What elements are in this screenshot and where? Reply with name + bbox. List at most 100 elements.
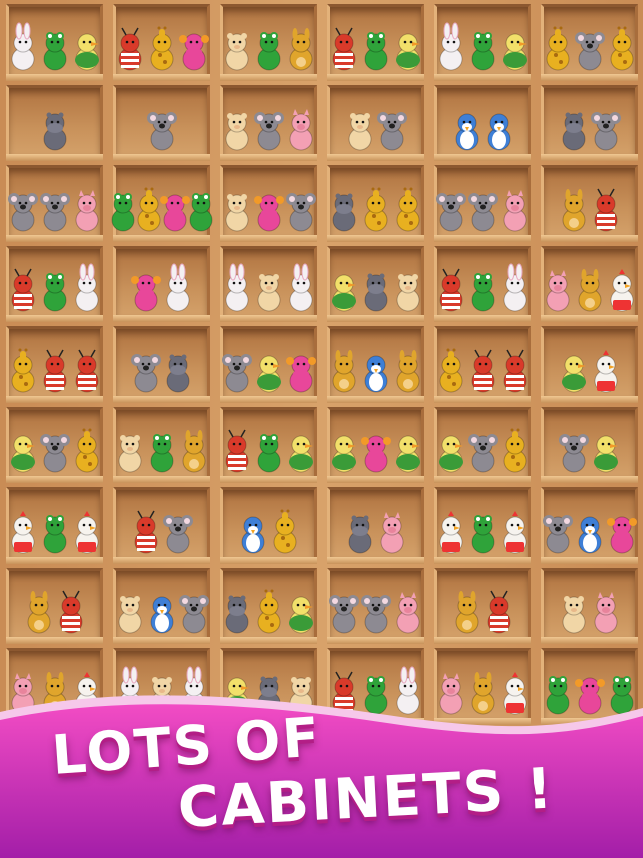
pig-toy[interactable] (393, 590, 423, 634)
ant-toy[interactable] (56, 590, 86, 634)
penguin-toy[interactable] (361, 349, 391, 393)
kangaroo-toy[interactable] (329, 349, 359, 393)
cabinet-cell[interactable] (541, 4, 638, 80)
ant-toy[interactable] (500, 349, 530, 393)
cabinet-cell[interactable] (6, 84, 103, 161)
ant-toy[interactable] (591, 188, 621, 232)
pig-toy[interactable] (377, 510, 407, 554)
hippo-toy[interactable] (345, 510, 375, 554)
cabinet-cell[interactable] (6, 165, 103, 241)
cabinet-cell[interactable] (541, 567, 638, 644)
frog-toy[interactable] (254, 27, 284, 71)
koala-toy[interactable] (130, 349, 161, 393)
cabinet-cell[interactable] (6, 4, 103, 80)
ant-toy[interactable] (468, 349, 498, 393)
koala-toy[interactable] (558, 429, 589, 473)
cabinet-cell[interactable] (541, 487, 638, 563)
hamster-toy[interactable] (222, 107, 252, 151)
kangaroo-toy[interactable] (559, 188, 589, 232)
cabinet-cell[interactable] (434, 165, 531, 241)
cabinet-cell[interactable] (434, 567, 531, 644)
ant-toy[interactable] (484, 590, 514, 634)
koala-toy[interactable] (221, 349, 252, 393)
giraffe-toy[interactable] (500, 428, 530, 473)
cabinet-cell[interactable] (113, 4, 210, 80)
hippo-toy[interactable] (361, 268, 391, 312)
frog-toy[interactable] (468, 27, 498, 71)
koala-toy[interactable] (285, 188, 316, 232)
koala-toy[interactable] (328, 590, 359, 634)
bunny-toy[interactable] (8, 22, 38, 71)
kangaroo-toy[interactable] (393, 349, 423, 393)
giraffe-toy[interactable] (8, 348, 38, 393)
hippo-toy[interactable] (40, 107, 70, 151)
crab-toy[interactable] (285, 349, 316, 393)
duck-toy[interactable] (254, 349, 284, 393)
chicken-toy[interactable] (591, 349, 621, 393)
hippo-toy[interactable] (559, 107, 589, 151)
cabinet-cell[interactable] (220, 165, 317, 241)
cabinet-cell[interactable] (434, 4, 531, 80)
cabinet-cell[interactable] (327, 326, 424, 402)
cabinet-cell[interactable] (6, 567, 103, 644)
hamster-toy[interactable] (115, 429, 145, 473)
ant-toy[interactable] (40, 349, 70, 393)
chicken-toy[interactable] (436, 510, 466, 554)
koala-toy[interactable] (253, 107, 284, 151)
hamster-toy[interactable] (222, 188, 252, 232)
duck-toy[interactable] (393, 27, 423, 71)
hamster-toy[interactable] (115, 590, 145, 634)
koala-toy[interactable] (360, 590, 391, 634)
koala-toy[interactable] (467, 188, 498, 232)
bunny-toy[interactable] (436, 22, 466, 71)
koala-toy[interactable] (542, 510, 573, 554)
kangaroo-toy[interactable] (24, 590, 54, 634)
pig-toy[interactable] (591, 590, 621, 634)
bunny-toy[interactable] (163, 263, 193, 312)
cabinet-cell[interactable] (541, 326, 638, 402)
penguin-toy[interactable] (484, 107, 514, 151)
koala-toy[interactable] (39, 188, 70, 232)
crab-toy[interactable] (360, 429, 391, 473)
cabinet-cell[interactable] (220, 245, 317, 322)
cabinet-cell[interactable] (113, 84, 210, 161)
koala-toy[interactable] (162, 510, 193, 554)
penguin-toy[interactable] (238, 510, 268, 554)
duck-toy[interactable] (72, 27, 102, 71)
cabinet-cell[interactable] (220, 84, 317, 161)
pig-toy[interactable] (500, 188, 530, 232)
cabinet-cell[interactable] (327, 406, 424, 483)
cabinet-cell[interactable] (6, 487, 103, 563)
koala-toy[interactable] (178, 590, 209, 634)
cabinet-cell[interactable] (434, 245, 531, 322)
giraffe-toy[interactable] (147, 26, 177, 71)
giraffe-toy[interactable] (607, 26, 637, 71)
duck-toy[interactable] (8, 429, 38, 473)
frog-toy[interactable] (40, 510, 70, 554)
frog-toy[interactable] (147, 429, 177, 473)
crab-toy[interactable] (253, 188, 284, 232)
frog-toy[interactable] (186, 188, 216, 232)
koala-toy[interactable] (574, 27, 605, 71)
cabinet-cell[interactable] (541, 84, 638, 161)
cabinet-cell[interactable] (434, 487, 531, 563)
bunny-toy[interactable] (286, 263, 316, 312)
frog-toy[interactable] (361, 27, 391, 71)
hamster-toy[interactable] (559, 590, 589, 634)
hippo-toy[interactable] (222, 590, 252, 634)
cabinet-cell[interactable] (111, 165, 212, 241)
cabinet-cell[interactable] (327, 245, 424, 322)
duck-toy[interactable] (591, 429, 621, 473)
cabinet-cell[interactable] (327, 487, 424, 563)
cabinet-cell[interactable] (220, 326, 317, 402)
kangaroo-toy[interactable] (452, 590, 482, 634)
cabinet-cell[interactable] (327, 567, 424, 644)
giraffe-toy[interactable] (361, 187, 391, 232)
giraffe-toy[interactable] (72, 428, 102, 473)
chicken-toy[interactable] (607, 268, 637, 312)
cabinet-cell[interactable] (434, 326, 531, 402)
frog-toy[interactable] (468, 268, 498, 312)
cabinet-cell[interactable] (113, 406, 210, 483)
cabinet-cell[interactable] (113, 326, 210, 402)
giraffe-toy[interactable] (543, 26, 573, 71)
